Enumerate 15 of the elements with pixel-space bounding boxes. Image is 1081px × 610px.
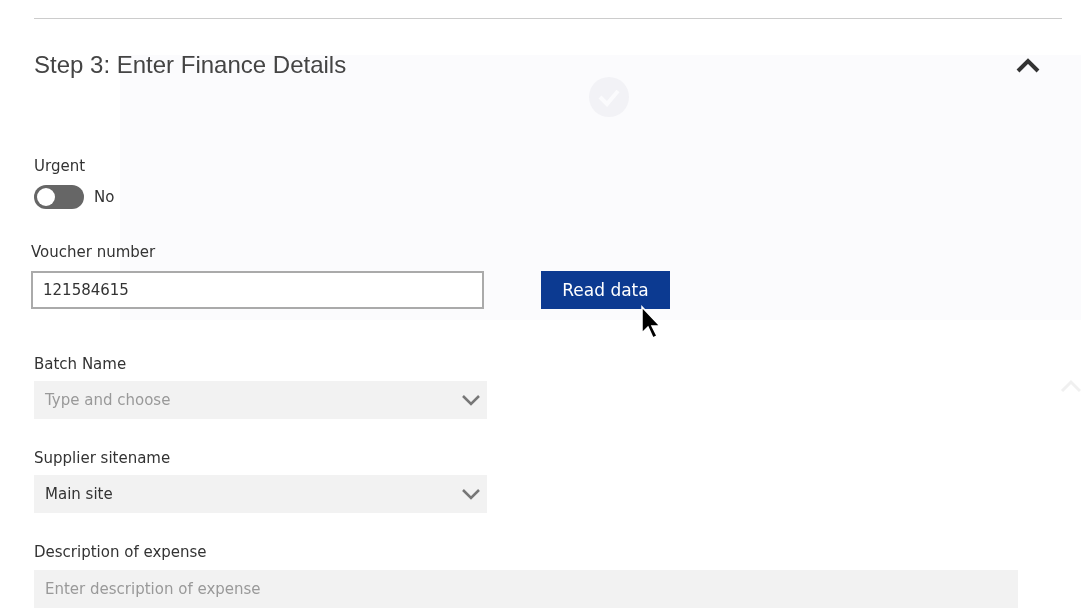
voucher-input[interactable]: 121584615	[31, 271, 484, 309]
field-label: Batch Name	[34, 355, 127, 373]
chevron-down-icon	[461, 394, 481, 406]
field-label: Supplier sitename	[34, 449, 171, 467]
field-label: Voucher number	[31, 243, 156, 261]
read-data-button[interactable]: Read data	[541, 271, 670, 309]
dropdown[interactable]: Main site	[34, 475, 487, 513]
toggle-switch[interactable]	[34, 185, 84, 209]
text-field[interactable]: Enter description of expense	[34, 570, 1018, 608]
toggle-state: No	[94, 188, 115, 206]
field-label: Description of expense	[34, 543, 207, 561]
chevron-down-icon	[461, 488, 481, 500]
field-label: Urgent	[34, 157, 86, 175]
chevron-up-icon[interactable]	[1015, 57, 1041, 73]
section-title: Step 3: Enter Finance Details	[34, 51, 347, 79]
